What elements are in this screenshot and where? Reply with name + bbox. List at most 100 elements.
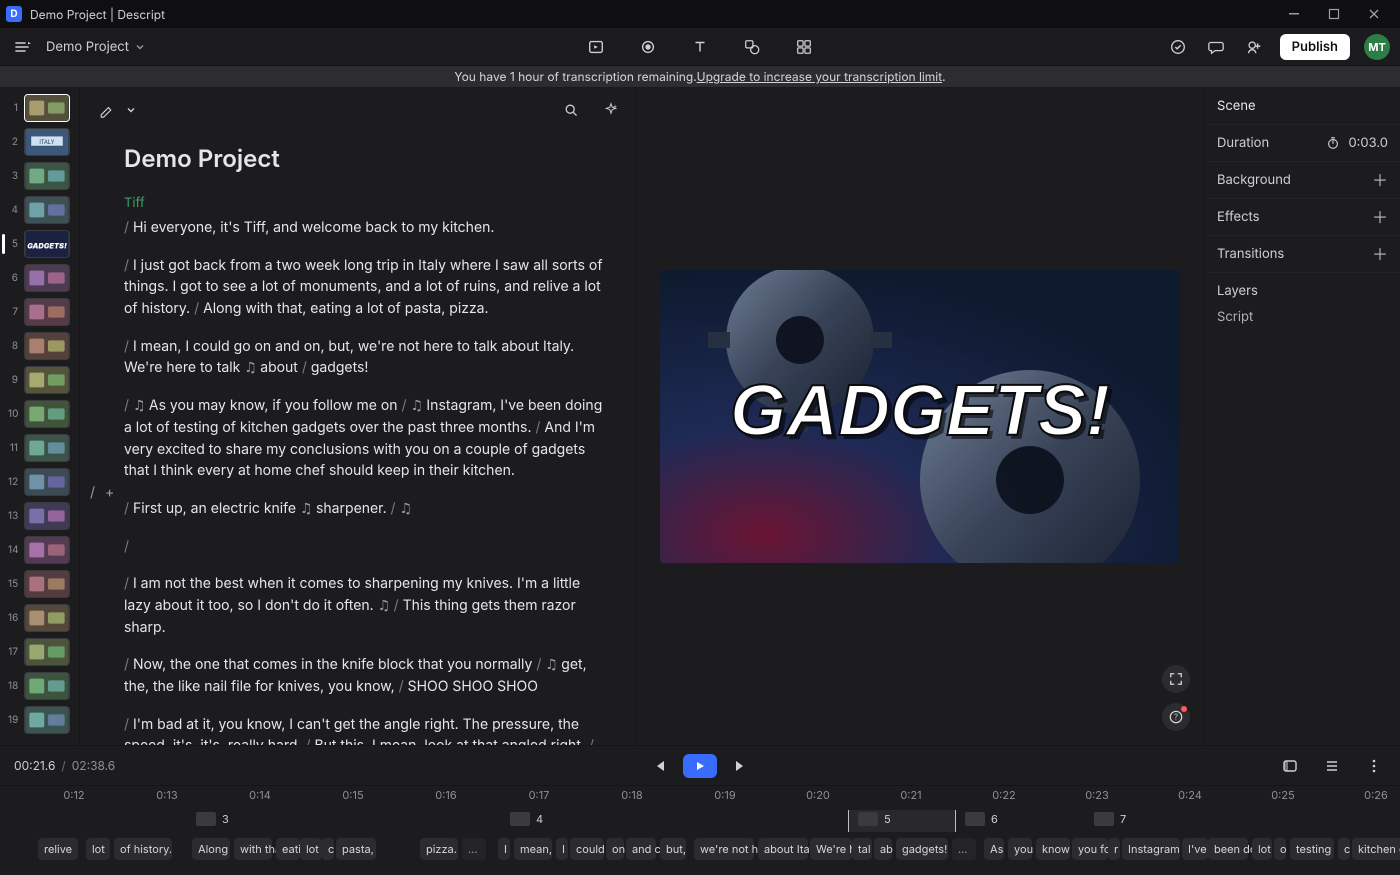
inspector-script-row[interactable]: Script xyxy=(1205,309,1400,335)
script-body[interactable]: Demo Project Tiff / Hi everyone, it's Ti… xyxy=(80,88,635,745)
script-paragraph[interactable]: / I'm bad at it, you know, I can't get t… xyxy=(124,714,605,745)
timeline-clips-row[interactable]: 34567 xyxy=(0,810,1400,832)
ruler-tick[interactable]: 0:25 xyxy=(1271,788,1295,802)
comments-icon[interactable] xyxy=(1204,35,1228,59)
doc-title[interactable]: Demo Project xyxy=(124,144,605,173)
scene-thumb[interactable] xyxy=(24,162,70,190)
timeline-clip[interactable]: 5 xyxy=(858,810,891,828)
scene-item[interactable]: 18 xyxy=(8,672,73,700)
timeline-word[interactable]: Along xyxy=(192,838,230,860)
scene-thumb[interactable] xyxy=(24,706,70,734)
timeline-word[interactable]: We're h xyxy=(810,838,852,860)
scene-thumb[interactable]: ITALY xyxy=(24,128,70,156)
ruler-tick[interactable]: 0:15 xyxy=(342,788,363,802)
breadcrumb[interactable]: Demo Project xyxy=(46,39,145,55)
timeline-word[interactable]: I've xyxy=(1182,838,1208,860)
sidebar-toggle[interactable] xyxy=(10,35,34,59)
check-icon[interactable] xyxy=(1166,35,1190,59)
ruler-tick[interactable]: 0:13 xyxy=(156,788,177,802)
gutter-plus[interactable]: + xyxy=(105,484,114,501)
scene-thumb[interactable] xyxy=(24,196,70,224)
ruler-tick[interactable]: 0:14 xyxy=(249,788,271,802)
avatar[interactable]: MT xyxy=(1364,34,1390,60)
scene-rail[interactable]: 12ITALY345GADGETS!6789101112131415161718… xyxy=(0,88,80,745)
media-library-icon[interactable] xyxy=(584,35,608,59)
timeline-word[interactable]: on xyxy=(606,838,624,860)
script-paragraph[interactable]: / First up, an electric knife ♫ sharpene… xyxy=(124,498,605,520)
timeline-word[interactable]: know xyxy=(1036,838,1070,860)
timeline-word[interactable]: testing xyxy=(1290,838,1334,860)
scene-thumb[interactable] xyxy=(24,638,70,666)
more-button[interactable] xyxy=(1362,754,1386,778)
timeline-word[interactable]: Instagram xyxy=(1122,838,1180,860)
timeline-word[interactable]: kitchen gadg xyxy=(1352,838,1400,860)
timeline-word[interactable]: but, xyxy=(660,838,686,860)
scene-item[interactable]: 1 xyxy=(8,94,73,122)
timeline-word[interactable]: pizza. xyxy=(420,838,458,860)
scene-item[interactable]: 7 xyxy=(8,298,73,326)
inspector-transitions-row[interactable]: Transitions ＋ xyxy=(1205,236,1400,273)
maximize-button[interactable] xyxy=(1314,0,1354,28)
scene-thumb[interactable] xyxy=(24,94,70,122)
timeline-word[interactable]: and c xyxy=(626,838,656,860)
script-paragraph[interactable]: / Hi everyone, it's Tiff, and welcome ba… xyxy=(124,217,605,239)
banner-upgrade-link[interactable]: Upgrade to increase your transcription l… xyxy=(697,69,942,84)
inspector-layers-row[interactable]: Layers xyxy=(1205,273,1400,309)
scene-item[interactable]: 13 xyxy=(8,502,73,530)
templates-icon[interactable] xyxy=(792,35,816,59)
close-button[interactable] xyxy=(1354,0,1394,28)
scene-item[interactable]: 17 xyxy=(8,638,73,666)
scene-item[interactable]: 2ITALY xyxy=(8,128,73,156)
scene-thumb[interactable]: GADGETS! xyxy=(24,230,70,258)
timeline-word[interactable]: lot xyxy=(300,838,322,860)
inspector-background-row[interactable]: Background ＋ xyxy=(1205,162,1400,199)
scene-thumb[interactable] xyxy=(24,536,70,564)
ruler-tick[interactable]: 0:22 xyxy=(992,788,1016,802)
ruler-tick[interactable]: 0:24 xyxy=(1178,788,1202,802)
timeline[interactable]: 0:120:130:140:150:160:170:180:190:200:21… xyxy=(0,785,1400,875)
timeline-clip[interactable]: 6 xyxy=(965,810,998,828)
timeline-clip[interactable]: 7 xyxy=(1094,810,1126,828)
prev-button[interactable] xyxy=(647,754,671,778)
ruler-tick[interactable]: 0:16 xyxy=(435,788,456,802)
shapes-icon[interactable] xyxy=(740,35,764,59)
video-canvas[interactable]: GADGETS! GADGETS! xyxy=(660,270,1180,563)
scene-item[interactable]: 19 xyxy=(8,706,73,734)
ruler-tick[interactable]: 0:17 xyxy=(529,788,550,802)
view-list-toggle[interactable] xyxy=(1320,754,1344,778)
scene-thumb[interactable] xyxy=(24,604,70,632)
scene-item[interactable]: 8 xyxy=(8,332,73,360)
timeline-word[interactable]: eati xyxy=(276,838,300,860)
script-paragraph[interactable]: / I mean, I could go on and on, but, we'… xyxy=(124,336,605,379)
inspector-effects-row[interactable]: Effects ＋ xyxy=(1205,199,1400,236)
share-icon[interactable] xyxy=(1242,35,1266,59)
script-paragraph[interactable]: / ♫ As you may know, if you follow me on… xyxy=(124,395,605,482)
scene-item[interactable]: 14 xyxy=(8,536,73,564)
scene-thumb[interactable] xyxy=(24,672,70,700)
scene-thumb[interactable] xyxy=(24,468,70,496)
timeline-word[interactable]: lot xyxy=(86,838,110,860)
timeline-word[interactable]: about Ita xyxy=(758,838,808,860)
scene-item[interactable]: 6 xyxy=(8,264,73,292)
timeline-words-row[interactable]: relivelotof history.Alongwith thaeatilot… xyxy=(0,838,1400,864)
play-button[interactable] xyxy=(683,754,717,778)
text-icon[interactable] xyxy=(688,35,712,59)
speaker-label[interactable]: Tiff xyxy=(124,195,605,211)
scene-thumb[interactable] xyxy=(24,298,70,326)
ruler-tick[interactable]: 0:12 xyxy=(63,788,84,802)
timeline-word[interactable]: pasta, xyxy=(336,838,376,860)
timeline-clip[interactable]: 4 xyxy=(510,810,543,828)
timeline-word[interactable]: I xyxy=(556,838,568,860)
timeline-word[interactable]: c xyxy=(322,838,334,860)
scene-thumb[interactable] xyxy=(24,366,70,394)
script-paragraph[interactable]: / Now, the one that comes in the knife b… xyxy=(124,654,605,697)
scene-thumb[interactable] xyxy=(24,332,70,360)
next-button[interactable] xyxy=(729,754,753,778)
scene-item[interactable]: 12 xyxy=(8,468,73,496)
timeline-word[interactable]: mean, xyxy=(514,838,552,860)
minimize-button[interactable] xyxy=(1274,0,1314,28)
scene-thumb[interactable] xyxy=(24,400,70,428)
inspector-duration-row[interactable]: Duration 0:03.0 xyxy=(1205,125,1400,162)
timeline-word[interactable]: As xyxy=(984,838,1004,860)
timeline-word[interactable]: of history. xyxy=(114,838,172,860)
